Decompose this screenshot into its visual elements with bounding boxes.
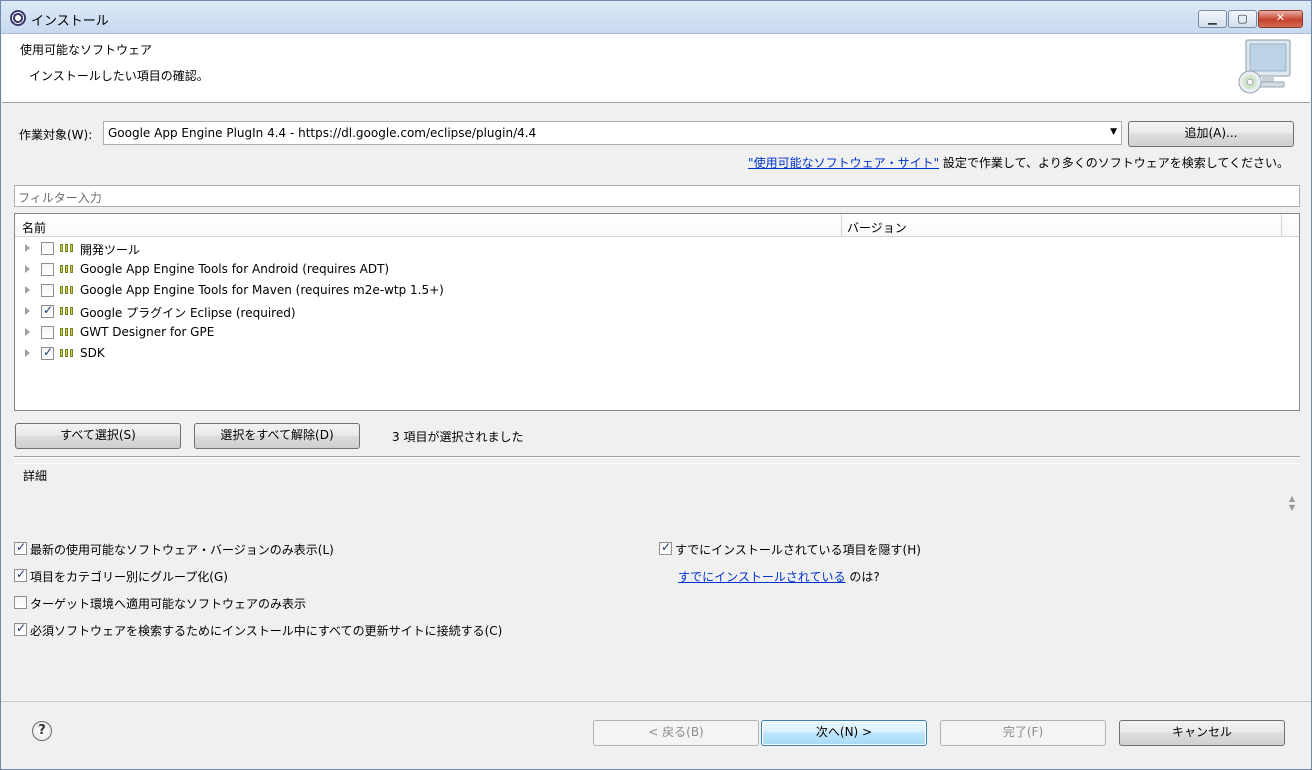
table-row[interactable]: ✓ Google プラグイン Eclipse (required) (15, 301, 1299, 322)
minimize-button[interactable]: ▁ (1198, 10, 1227, 28)
install-dialog: インストール ▁ ▢ ✕ 使用可能なソフトウェア インストールしたい項目の確認。… (0, 0, 1312, 770)
banner-message: インストールしたい項目の確認。 (29, 69, 209, 83)
details-label: 詳細 (23, 469, 48, 483)
work-with-label: 作業対象(W): (19, 128, 93, 142)
wizard-banner: 使用可能なソフトウェア インストールしたい項目の確認。 (2, 34, 1310, 103)
details-area[interactable]: 詳細 ▲ ▼ (14, 463, 1300, 534)
category-icon (60, 244, 75, 252)
row-label: GWT Designer for GPE (80, 325, 215, 339)
table-row[interactable]: 開発ツール (15, 238, 1299, 259)
table-row[interactable]: GWT Designer for GPE (15, 322, 1299, 343)
tree-expand-icon[interactable] (25, 307, 30, 315)
already-installed-hint: すでにインストールされている のは? (678, 568, 880, 585)
dropdown-arrow-icon[interactable]: ▼ (1110, 127, 1117, 137)
back-button[interactable]: < 戻る(B) (593, 720, 759, 746)
filter-placeholder: フィルター入力 (18, 191, 102, 205)
table-row[interactable]: Google App Engine Tools for Maven (requi… (15, 280, 1299, 301)
software-tree-table[interactable]: 名前 バージョン 開発ツール Google App Engine Tools fo… (14, 213, 1300, 411)
contact-sites-label: 必須ソフトウェアを検索するためにインストール中にすべての更新サイトに接続する(C… (30, 624, 503, 638)
row-label: Google プラグイン Eclipse (required) (80, 306, 296, 320)
latest-only-label: 最新の使用可能なソフトウェア・バージョンのみ表示(L) (30, 543, 334, 557)
checkmark-icon: ✓ (661, 540, 672, 554)
latest-only-checkbox[interactable]: ✓ (14, 540, 27, 555)
checkmark-icon: ✓ (16, 567, 27, 581)
target-env-only-checkbox[interactable] (14, 596, 27, 609)
checkmark-icon: ✓ (16, 621, 27, 635)
category-icon (60, 349, 75, 357)
install-monitor-cd-icon (1238, 39, 1291, 94)
next-button[interactable]: 次へ(N) > (761, 720, 927, 746)
work-with-combo[interactable]: Google App Engine PlugIn 4.4 - https://d… (103, 121, 1122, 145)
already-installed-suffix: のは? (845, 570, 880, 584)
filter-input[interactable]: フィルター入力 (14, 185, 1300, 207)
window-controls: ▁ ▢ ✕ (1197, 10, 1303, 28)
footer-divider (1, 701, 1311, 702)
help-icon[interactable]: ? (32, 721, 52, 741)
close-button[interactable]: ✕ (1258, 10, 1303, 28)
target-env-only-label: ターゲット環境へ適用可能なソフトウェアのみ表示 (30, 597, 307, 611)
banner-title: 使用可能なソフトウェア (20, 43, 153, 57)
sites-hint: "使用可能なソフトウェア・サイト" 設定で作業して、より多くのソフトウェアを検索… (748, 154, 1289, 171)
eclipse-icon (10, 10, 26, 26)
column-divider[interactable] (841, 214, 842, 237)
deselect-all-button[interactable]: 選択をすべて解除(D) (194, 423, 360, 449)
selection-count: 3 項目が選択されました (392, 430, 524, 444)
category-icon (60, 307, 75, 315)
work-with-value: Google App Engine PlugIn 4.4 - https://d… (108, 126, 537, 140)
column-divider[interactable] (1281, 214, 1282, 237)
row-checkbox[interactable] (41, 326, 54, 339)
table-row[interactable]: ✓ SDK (15, 343, 1299, 364)
tree-expand-icon[interactable] (25, 265, 30, 273)
row-label: Google App Engine Tools for Maven (requi… (80, 283, 444, 297)
table-header: 名前 バージョン (15, 214, 1299, 237)
category-icon (60, 328, 75, 336)
window-title: インストール (31, 14, 109, 29)
column-header-name[interactable]: 名前 (22, 219, 46, 236)
column-header-version[interactable]: バージョン (847, 219, 907, 236)
row-checkbox[interactable] (41, 284, 54, 297)
available-sites-link[interactable]: "使用可能なソフトウェア・サイト" (748, 156, 939, 170)
tree-expand-icon[interactable] (25, 328, 30, 336)
hide-installed-checkbox[interactable]: ✓ (659, 540, 672, 555)
row-label: 開発ツール (80, 243, 141, 257)
row-checkbox[interactable]: ✓ (41, 303, 54, 318)
maximize-icon: ▢ (1237, 12, 1248, 25)
category-icon (60, 265, 75, 273)
row-checkbox[interactable] (41, 242, 54, 255)
checkmark-icon: ✓ (16, 540, 27, 554)
checkmark-icon: ✓ (43, 303, 54, 317)
category-icon (60, 286, 75, 294)
row-checkbox[interactable] (41, 263, 54, 276)
group-by-category-checkbox[interactable]: ✓ (14, 567, 27, 582)
finish-button[interactable]: 完了(F) (940, 720, 1106, 746)
row-label: SDK (80, 346, 105, 360)
group-by-category-label: 項目をカテゴリー別にグループ化(G) (30, 570, 228, 584)
details-scroll-arrows-icon[interactable]: ▲ ▼ (1289, 494, 1295, 512)
sites-hint-text: 設定で作業して、より多くのソフトウェアを検索してください。 (939, 156, 1289, 170)
contact-sites-checkbox[interactable]: ✓ (14, 621, 27, 636)
hide-installed-label: すでにインストールされている項目を隠す(H) (675, 543, 921, 557)
close-icon: ✕ (1275, 11, 1286, 24)
checkmark-icon: ✓ (43, 345, 54, 359)
select-all-button[interactable]: すべて選択(S) (15, 423, 181, 449)
maximize-button[interactable]: ▢ (1228, 10, 1257, 28)
title-bar[interactable]: インストール ▁ ▢ ✕ (1, 1, 1311, 34)
tree-expand-icon[interactable] (25, 349, 30, 357)
row-label: Google App Engine Tools for Android (req… (80, 262, 390, 276)
tree-expand-icon[interactable] (25, 244, 30, 252)
divider (14, 456, 1300, 457)
tree-expand-icon[interactable] (25, 286, 30, 294)
minimize-icon: ▁ (1208, 12, 1217, 25)
row-checkbox[interactable]: ✓ (41, 345, 54, 360)
cancel-button[interactable]: キャンセル (1119, 720, 1285, 746)
add-site-button[interactable]: 追加(A)... (1128, 121, 1294, 147)
table-row[interactable]: Google App Engine Tools for Android (req… (15, 259, 1299, 280)
already-installed-link[interactable]: すでにインストールされている (678, 570, 846, 584)
